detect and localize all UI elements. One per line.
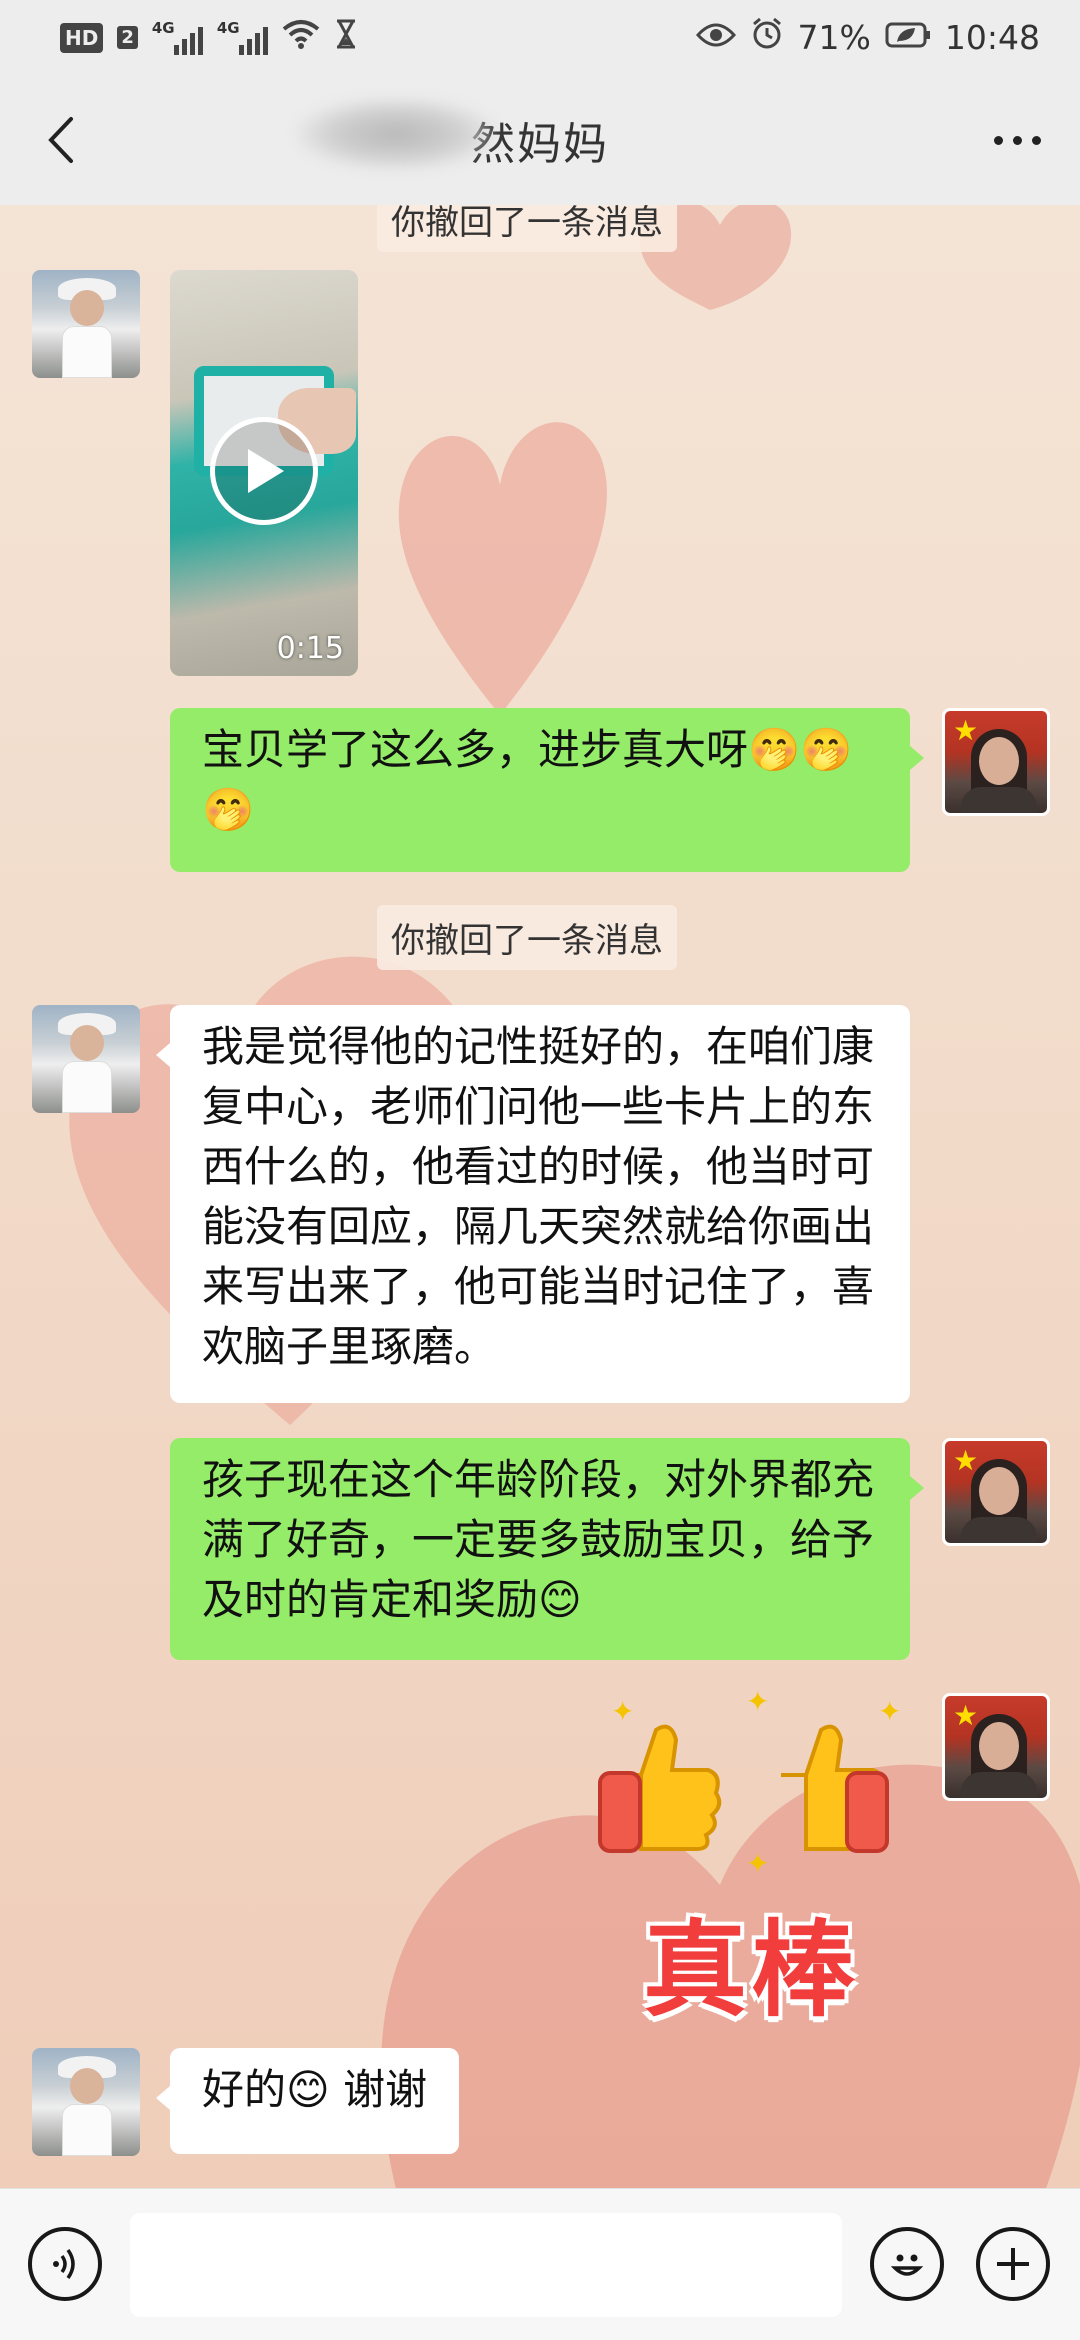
message-bubble[interactable]: 孩子现在这个年龄阶段，对外界都充满了好奇，一定要多鼓励宝贝，给予及时的肯定和奖励… bbox=[170, 1438, 924, 1660]
chat-title: 然妈妈 bbox=[296, 98, 609, 172]
message-bubble[interactable]: 我是觉得他的记性挺好的，在咱们康复中心，老师们问他一些卡片上的东西什么的，他看过… bbox=[156, 1005, 910, 1403]
status-bar: HD 2 4G 4G 71% 10:48 bbox=[0, 0, 1080, 75]
thumbs-up-icon bbox=[781, 1724, 889, 1853]
alarm-icon bbox=[750, 17, 784, 59]
avatar[interactable]: ★ bbox=[942, 708, 1050, 816]
redacted-blur bbox=[296, 98, 496, 170]
avatar[interactable] bbox=[32, 270, 140, 378]
voice-button[interactable] bbox=[28, 2227, 102, 2301]
voice-icon bbox=[53, 2248, 75, 2280]
signal-icon-2: 4G bbox=[216, 18, 268, 55]
input-bar bbox=[0, 2188, 1080, 2340]
message-bubble[interactable]: 好的😊 谢谢 bbox=[155, 2048, 460, 2154]
avatar[interactable]: ★ bbox=[942, 1438, 1050, 1546]
signal-icon-1: 4G bbox=[151, 18, 203, 55]
message-input[interactable] bbox=[130, 2213, 842, 2317]
hd-badge: HD bbox=[60, 22, 104, 53]
video-duration: 0:15 bbox=[276, 631, 344, 666]
battery-percent: 71% bbox=[797, 18, 871, 57]
status-left: HD 2 4G 4G bbox=[60, 19, 358, 57]
recall-notice: 你撤回了一条消息 bbox=[377, 205, 677, 252]
more-button[interactable] bbox=[982, 110, 1052, 170]
plus-icon bbox=[997, 2248, 1029, 2280]
sticker-text: 真棒 bbox=[642, 1909, 859, 2031]
play-icon[interactable] bbox=[210, 417, 318, 525]
chat-area[interactable]: 你撤回了一条消息 0:15 ★ 宝贝学了这么多，进步真大呀🤭🤭🤭 你撤回了一条消… bbox=[0, 205, 1080, 2188]
wifi-icon bbox=[282, 19, 320, 57]
sparkle-icon: ✦ bbox=[878, 1695, 902, 1728]
back-button[interactable] bbox=[30, 110, 90, 170]
heart-decoration-icon bbox=[398, 422, 607, 715]
recall-notice: 你撤回了一条消息 bbox=[377, 905, 677, 970]
avatar[interactable]: ★ bbox=[942, 1693, 1050, 1801]
emoji-icon bbox=[890, 2254, 924, 2276]
chat-header: 然妈妈 bbox=[0, 75, 1080, 205]
clock: 10:48 bbox=[944, 18, 1040, 57]
status-right: 71% 10:48 bbox=[695, 17, 1040, 59]
emoji-button[interactable] bbox=[870, 2227, 944, 2301]
sparkle-icon: ✦ bbox=[746, 1847, 770, 1880]
plus-button[interactable] bbox=[976, 2227, 1050, 2301]
chevron-left-icon bbox=[48, 117, 73, 163]
sim-number: 2 bbox=[117, 26, 138, 49]
battery-icon bbox=[885, 19, 931, 57]
message-bubble[interactable]: 宝贝学了这么多，进步真大呀🤭🤭🤭 bbox=[170, 708, 924, 872]
more-dots-icon bbox=[993, 135, 1003, 145]
eye-icon bbox=[695, 19, 736, 57]
sparkle-icon: ✦ bbox=[611, 1695, 635, 1728]
sticker-message[interactable]: ✦ ✦ ✦ ✦ 真棒 bbox=[596, 1685, 906, 2031]
avatar[interactable] bbox=[32, 1005, 140, 1113]
video-message[interactable]: 0:15 bbox=[170, 270, 358, 676]
sparkle-icon: ✦ bbox=[746, 1685, 770, 1718]
hourglass-icon bbox=[334, 19, 358, 57]
network-type-2: 4G bbox=[216, 18, 240, 37]
thumbs-up-icon bbox=[598, 1724, 722, 1853]
network-type-1: 4G bbox=[151, 18, 175, 37]
avatar[interactable] bbox=[32, 2048, 140, 2156]
